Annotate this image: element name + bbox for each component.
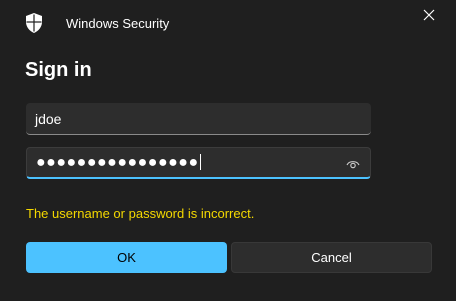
password-value: ●●●●●●●●●●●●●●●● — [36, 154, 201, 171]
password-field[interactable]: ●●●●●●●●●●●●●●●● — [26, 147, 371, 179]
window-title: Windows Security — [66, 16, 170, 31]
error-message: The username or password is incorrect. — [26, 206, 255, 221]
cancel-button[interactable]: Cancel — [231, 242, 432, 273]
username-value: jdoe — [35, 111, 62, 127]
username-field[interactable]: jdoe — [26, 103, 371, 135]
close-button[interactable] — [416, 6, 442, 28]
ok-button[interactable]: OK — [26, 242, 227, 273]
text-caret — [199, 154, 201, 170]
eye-icon[interactable] — [346, 157, 360, 169]
sign-in-dialog: Windows Security Sign in jdoe ●●●●●●●●●●… — [0, 0, 456, 301]
close-icon — [423, 8, 435, 26]
shield-icon — [24, 12, 44, 34]
password-mask: ●●●●●●●●●●●●●●●● — [36, 154, 199, 171]
dialog-heading: Sign in — [25, 59, 92, 81]
